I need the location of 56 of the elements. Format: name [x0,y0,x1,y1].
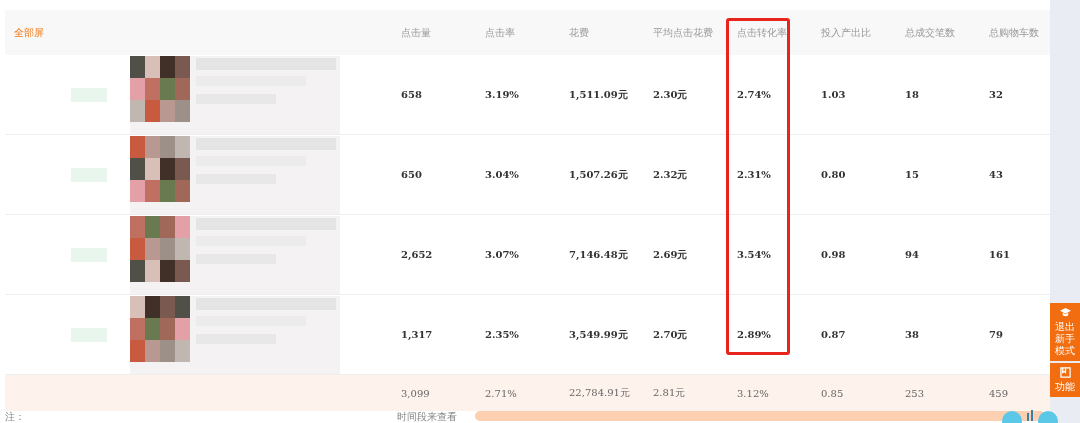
table-cell: 2.71% [485,387,517,399]
column-header[interactable]: 点击量 [401,25,431,40]
table-cell: 1,511.09元 [569,88,628,100]
note-text: 注： [5,411,25,422]
horizontal-scrollbar[interactable] [475,411,1045,421]
table-cell: 161 [989,249,1010,260]
table-cell: 15 [905,169,919,180]
table-cell: 2.70元 [653,328,688,340]
table-cell: 3.12% [737,387,769,399]
graduation-cap-icon [1059,307,1071,318]
table-cell: 7,146.48元 [569,248,628,260]
table-cell: 94 [905,249,919,260]
table-cell: 0.80 [821,169,846,180]
table-cell: 2.89% [737,329,771,340]
table-cell: 3,099 [401,387,430,399]
table-cell: 22,784.91元 [569,387,630,398]
table-cell: 2.32元 [653,168,688,180]
table-cell: 79 [989,329,1003,340]
table-cell: 2.30元 [653,88,688,100]
table-cell: 18 [905,89,919,100]
table-cell: 2.69元 [653,248,688,260]
book-icon [1059,367,1071,378]
table-cell: 32 [989,89,1003,100]
table-cell: 3,549.99元 [569,328,628,340]
filter-tab[interactable]: 全部屏 [14,26,44,38]
table-cell: 2.31% [737,169,771,180]
column-header[interactable]: 点击转化率 [737,25,787,40]
table-cell: 2.81元 [653,387,686,398]
table-cell: 1.03 [821,89,846,100]
table-cell: 2,652 [401,249,433,260]
table-cell: 3.07% [485,249,519,260]
table-cell: 1,317 [401,329,433,340]
note-text: 时间段来查看 [397,411,457,422]
table-cell: 0.85 [821,387,844,399]
column-header[interactable]: 花费 [569,25,589,40]
column-header[interactable]: 总成交笔数 [905,25,955,40]
table-cell: 38 [905,329,919,340]
column-header[interactable]: 点击率 [485,25,515,40]
table-cell: 43 [989,169,1003,180]
table-cell: 459 [989,387,1009,399]
side-button[interactable]: 退出新手模式 [1050,303,1080,361]
table-cell: 2.74% [737,89,771,100]
table-cell: 3.19% [485,89,519,100]
table-cell: 253 [905,387,925,399]
table-cell: 0.87 [821,329,846,340]
column-header[interactable]: 总购物车数 [989,25,1039,40]
column-header[interactable]: 平均点击花费 [653,25,713,40]
table-cell: 3.54% [737,249,771,260]
table-cell: 658 [401,89,422,100]
side-button[interactable]: 功能 [1050,363,1080,397]
column-header[interactable]: 投入产出比 [821,25,871,40]
table-cell: 1,507.26元 [569,168,628,180]
table-cell: 3.04% [485,169,519,180]
table-cell: 0.98 [821,249,846,260]
table-cell: 650 [401,169,422,180]
table-cell: 2.35% [485,329,519,340]
